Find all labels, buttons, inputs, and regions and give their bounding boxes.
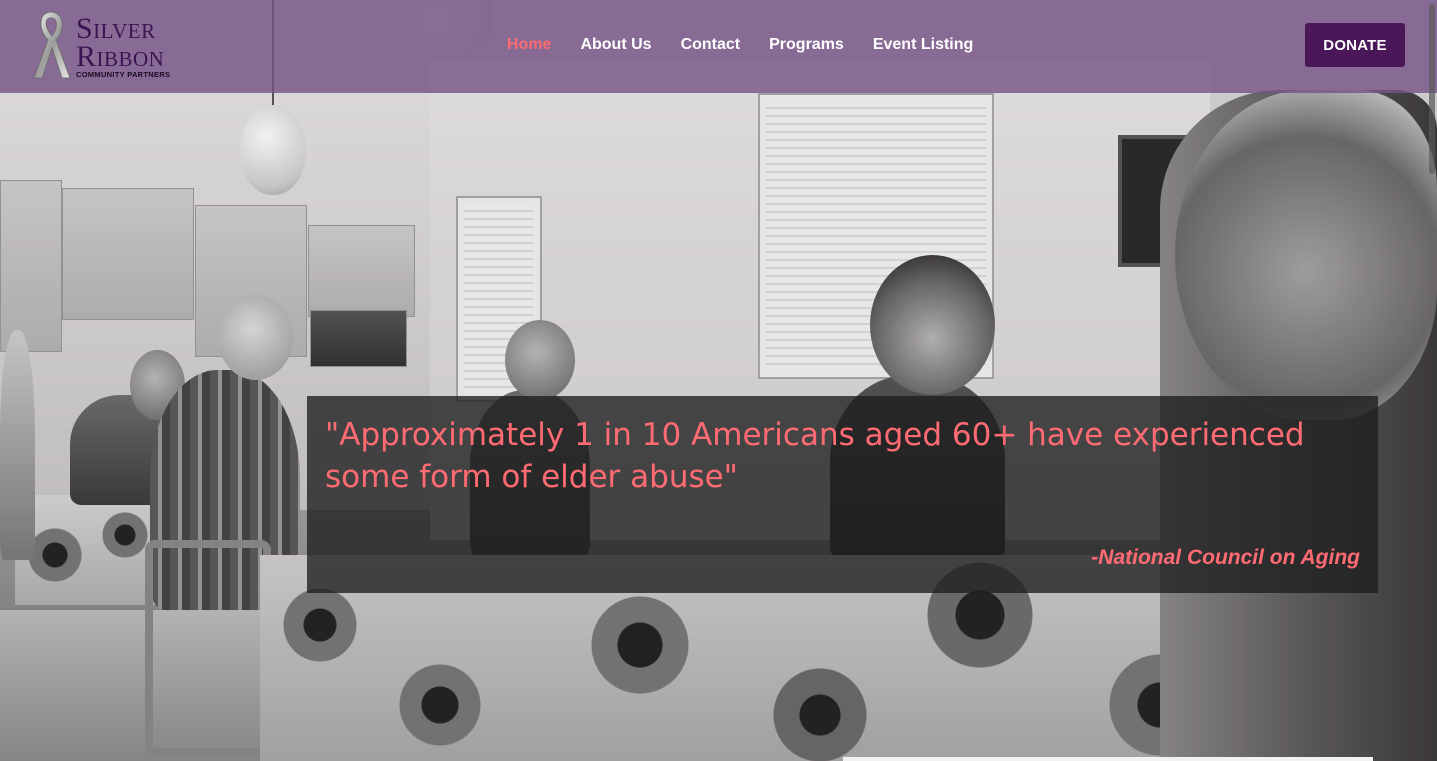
site-header: Silver Ribbon COMMUNITY PARTNERS Home Ab…	[0, 0, 1437, 93]
hero-tint-overlay	[0, 0, 1437, 761]
nav-item-event-listing[interactable]: Event Listing	[873, 34, 973, 58]
hero-quote-box: "Approximately 1 in 10 Americans aged 60…	[307, 396, 1378, 593]
hero-quote-source: -National Council on Aging	[1091, 546, 1360, 569]
logo-tagline: COMMUNITY PARTNERS	[76, 70, 171, 79]
site-logo[interactable]: Silver Ribbon COMMUNITY PARTNERS	[28, 6, 188, 82]
nav-item-programs[interactable]: Programs	[769, 34, 844, 58]
silver-ribbon-icon	[33, 11, 71, 79]
page: Silver Ribbon COMMUNITY PARTNERS Home Ab…	[0, 0, 1437, 761]
main-nav: Home About Us Contact Programs Event Lis…	[507, 34, 1002, 58]
logo-word-ribbon: Ribbon	[76, 40, 165, 73]
hero-quote-text: "Approximately 1 in 10 Americans aged 60…	[325, 417, 1305, 495]
page-scrollbar[interactable]	[1427, 0, 1435, 761]
section-divider	[843, 757, 1373, 761]
nav-item-home[interactable]: Home	[507, 34, 551, 58]
hero-background-photo	[0, 0, 1437, 761]
nav-item-contact[interactable]: Contact	[681, 34, 741, 58]
scrollbar-thumb[interactable]	[1429, 4, 1435, 174]
donate-button[interactable]: DONATE	[1305, 23, 1405, 67]
nav-item-about-us[interactable]: About Us	[580, 34, 651, 58]
